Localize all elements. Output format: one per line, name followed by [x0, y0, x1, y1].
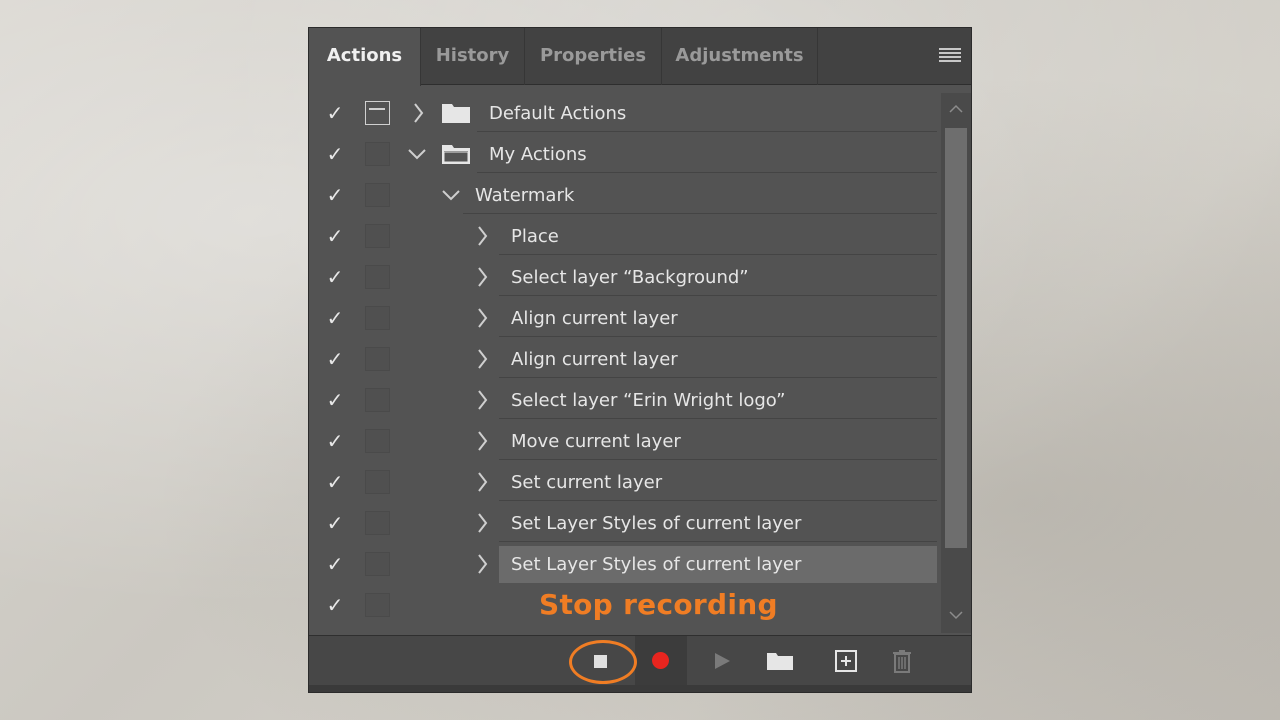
- tab-history[interactable]: History: [421, 28, 525, 85]
- toggle-item-checkmark-icon[interactable]: ✓: [323, 593, 347, 617]
- chevron-right-icon[interactable]: [473, 468, 493, 496]
- list-item[interactable]: ✓ My Actions: [309, 134, 941, 175]
- begin-recording-button[interactable]: [635, 636, 687, 686]
- new-action-icon[interactable]: [829, 646, 863, 676]
- scrollbar-thumb[interactable]: [945, 128, 967, 548]
- list-item[interactable]: ✓ Set current layer: [309, 462, 941, 503]
- panel-menu-icon[interactable]: [939, 48, 961, 64]
- action-step[interactable]: Select layer “Background”: [499, 259, 937, 296]
- action-name[interactable]: Watermark: [463, 177, 937, 214]
- toggle-dialog-icon[interactable]: [365, 429, 390, 453]
- toggle-dialog-icon[interactable]: [365, 101, 390, 125]
- action-step[interactable]: Set Layer Styles of current layer: [499, 505, 937, 542]
- toggle-item-checkmark-icon[interactable]: ✓: [323, 429, 347, 453]
- panel-bottom-strip: [309, 685, 971, 692]
- toggle-item-checkmark-icon[interactable]: ✓: [323, 306, 347, 330]
- folder-icon[interactable]: [763, 646, 797, 676]
- action-set-name[interactable]: My Actions: [477, 136, 937, 173]
- chevron-right-icon[interactable]: [409, 99, 429, 127]
- action-step[interactable]: Select layer “Erin Wright logo”: [499, 382, 937, 419]
- toggle-item-checkmark-icon[interactable]: ✓: [323, 142, 347, 166]
- list-item[interactable]: ✓ Set Layer Styles of current layer: [309, 503, 941, 544]
- panel-bottom-toolbar: [309, 635, 971, 686]
- toggle-item-checkmark-icon[interactable]: ✓: [323, 224, 347, 248]
- list-item[interactable]: ✓ Place: [309, 216, 941, 257]
- action-step[interactable]: Align current layer: [499, 300, 937, 337]
- tab-adjustments[interactable]: Adjustments: [662, 28, 818, 85]
- actions-list: ✓ Default Actions ✓ My Actions ✓ Waterma…: [309, 93, 941, 633]
- actions-panel: Actions History Properties Adjustments ✓…: [308, 27, 972, 693]
- toggle-item-checkmark-icon[interactable]: ✓: [323, 347, 347, 371]
- toggle-item-checkmark-icon[interactable]: ✓: [323, 552, 347, 576]
- list-item[interactable]: ✓ Watermark: [309, 175, 941, 216]
- list-item[interactable]: ✓ Default Actions: [309, 93, 941, 134]
- toggle-dialog-icon[interactable]: [365, 470, 390, 494]
- tab-actions[interactable]: Actions: [309, 28, 421, 86]
- chevron-right-icon[interactable]: [473, 386, 493, 414]
- toggle-dialog-icon[interactable]: [365, 265, 390, 289]
- chevron-right-icon[interactable]: [473, 550, 493, 578]
- toggle-item-checkmark-icon[interactable]: ✓: [323, 511, 347, 535]
- chevron-right-icon[interactable]: [473, 263, 493, 291]
- toggle-item-checkmark-icon[interactable]: ✓: [323, 388, 347, 412]
- action-step[interactable]: Set current layer: [499, 464, 937, 501]
- toggle-item-checkmark-icon[interactable]: ✓: [323, 470, 347, 494]
- record-button-inner: [643, 646, 677, 676]
- action-step[interactable]: Align current layer: [499, 341, 937, 378]
- list-item[interactable]: ✓ Align current layer: [309, 339, 941, 380]
- toggle-dialog-icon[interactable]: [365, 511, 390, 535]
- trash-icon[interactable]: [885, 646, 919, 676]
- chevron-right-icon[interactable]: [473, 222, 493, 250]
- toggle-dialog-icon[interactable]: [365, 388, 390, 412]
- toggle-dialog-icon[interactable]: [365, 347, 390, 371]
- chevron-right-icon[interactable]: [473, 509, 493, 537]
- chevron-down-icon[interactable]: [407, 140, 427, 168]
- list-item[interactable]: ✓ Set Layer Styles of current layer: [309, 544, 941, 585]
- toggle-dialog-icon[interactable]: [365, 552, 390, 576]
- panel-tab-bar: Actions History Properties Adjustments: [309, 28, 971, 86]
- annotation-label: Stop recording: [539, 588, 778, 621]
- action-step[interactable]: Place: [499, 218, 937, 255]
- toggle-dialog-icon[interactable]: [365, 142, 390, 166]
- action-step[interactable]: Move current layer: [499, 423, 937, 460]
- play-icon[interactable]: [707, 646, 741, 676]
- scroll-up-icon[interactable]: [948, 101, 964, 117]
- toggle-item-checkmark-icon[interactable]: ✓: [323, 183, 347, 207]
- toggle-dialog-icon[interactable]: [365, 183, 390, 207]
- folder-icon: [442, 104, 470, 123]
- scrollbar[interactable]: [941, 93, 971, 633]
- toggle-dialog-icon[interactable]: [365, 306, 390, 330]
- chevron-right-icon[interactable]: [473, 345, 493, 373]
- chevron-right-icon[interactable]: [473, 304, 493, 332]
- action-step-selected[interactable]: Set Layer Styles of current layer: [499, 546, 937, 583]
- open-folder-icon: [442, 145, 470, 164]
- scroll-down-icon[interactable]: [948, 607, 964, 623]
- chevron-right-icon[interactable]: [473, 427, 493, 455]
- tab-properties[interactable]: Properties: [525, 28, 662, 85]
- chevron-down-icon[interactable]: [441, 181, 461, 209]
- list-item[interactable]: ✓ Move current layer: [309, 421, 941, 462]
- list-item[interactable]: ✓ Select layer “Erin Wright logo”: [309, 380, 941, 421]
- record-dot-icon: [652, 652, 669, 669]
- toggle-item-checkmark-icon[interactable]: ✓: [323, 101, 347, 125]
- toggle-item-checkmark-icon[interactable]: ✓: [323, 265, 347, 289]
- toggle-dialog-icon[interactable]: [365, 224, 390, 248]
- list-item[interactable]: ✓ Select layer “Background”: [309, 257, 941, 298]
- annotation-highlight-circle: [569, 640, 637, 684]
- toggle-dialog-icon[interactable]: [365, 593, 390, 617]
- list-item[interactable]: ✓ Align current layer: [309, 298, 941, 339]
- action-set-name[interactable]: Default Actions: [477, 95, 937, 132]
